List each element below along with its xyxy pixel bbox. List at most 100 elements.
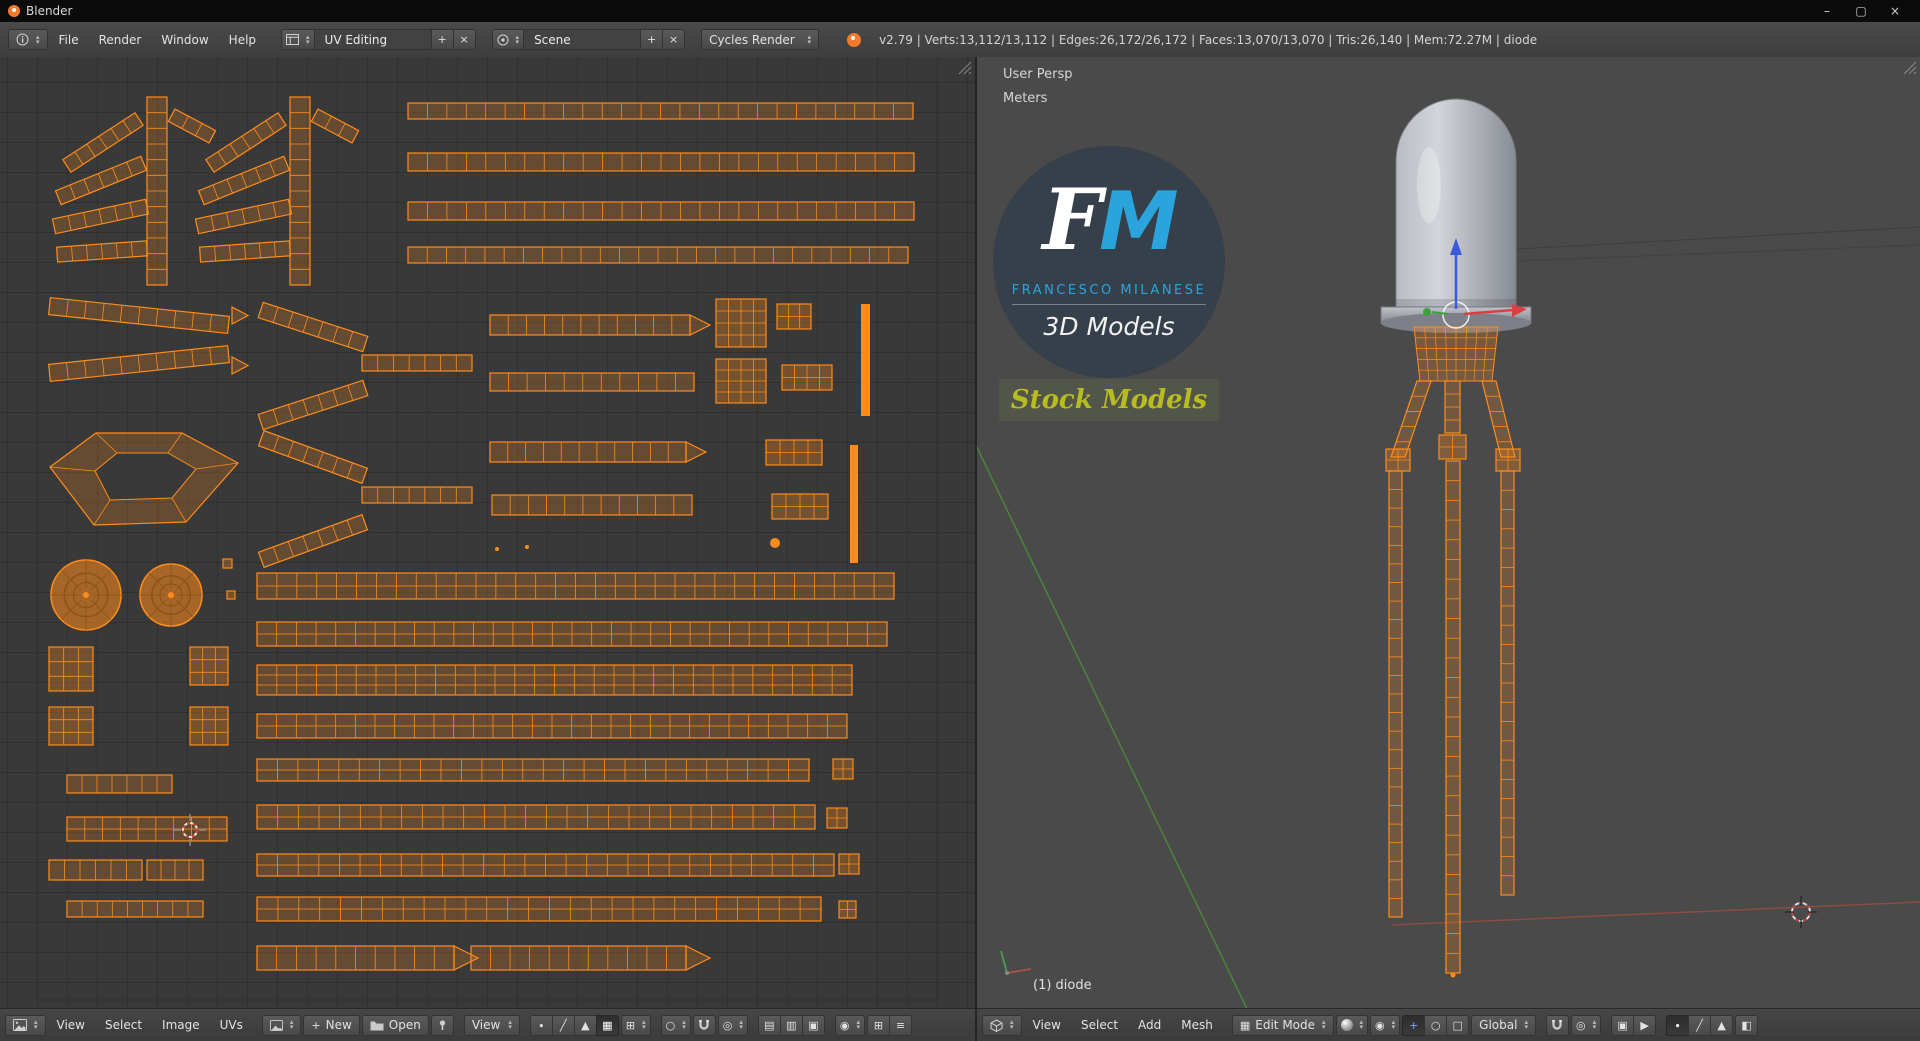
fm-logo-letter-f: F (1042, 169, 1102, 269)
menu-window[interactable]: Window (152, 29, 217, 51)
snap-target-dropdown[interactable]: ◎ ▴ ▾ (717, 1014, 748, 1036)
viewport-3d-canvas[interactable]: User Persp Meters (1) diode FM FRANCESCO… (977, 57, 1920, 1009)
open-button-label: Open (388, 1018, 421, 1032)
edge-select-mode-button[interactable]: ╱ (1688, 1014, 1712, 1036)
maximize-button[interactable]: ▢ (1844, 4, 1878, 18)
vertex-select-mode-button[interactable]: ∙ (1666, 1014, 1690, 1036)
blender-logo-icon (847, 32, 862, 47)
scene-statistics: v2.79 | Verts:13,112/13,112 | Edges:26,1… (879, 32, 1538, 47)
header-collapse-button[interactable]: ≡ (888, 1014, 912, 1036)
occlude-icon: ◧ (1741, 1018, 1752, 1032)
folder-icon (370, 1020, 384, 1031)
rotate-manipulator-button[interactable]: ○ (1424, 1014, 1448, 1036)
rotate-icon: ○ (1430, 1018, 1441, 1032)
uv-draw-type-button[interactable]: ▤ (757, 1014, 781, 1036)
render-engine-dropdown[interactable]: Cycles Render ▴ ▾ (701, 29, 820, 50)
translate-icon: + (1409, 1018, 1419, 1032)
screen-layout-selector: ▴ ▾ UV Editing + × (281, 29, 476, 50)
viewport-editor-type-dropdown[interactable]: ▴ ▾ (982, 1014, 1022, 1036)
uv-menu-select[interactable]: Select (96, 1014, 151, 1036)
viewport-menu-select[interactable]: Select (1072, 1014, 1127, 1036)
stepper-arrows-icon: ▴ ▾ (306, 32, 310, 46)
scale-manipulator-button[interactable]: □ (1446, 1014, 1470, 1036)
uv-pivot-dropdown[interactable]: ◉ ▴ ▾ (834, 1014, 865, 1036)
edit-mode-icon: ▦ (1239, 1018, 1251, 1032)
uv-editor-type-dropdown[interactable]: ▴ ▾ (5, 1014, 46, 1036)
uv-island-select-button[interactable]: ▦ (595, 1014, 619, 1036)
viewport-shading-dropdown[interactable]: ▴ ▾ (1335, 1014, 1369, 1036)
viewport-menu-add[interactable]: Add (1129, 1014, 1170, 1036)
uv-menu-view[interactable]: View (48, 1014, 94, 1036)
interaction-mode-dropdown[interactable]: ▦ Edit Mode ▴ ▾ (1231, 1014, 1334, 1036)
viewport-3d: User Persp Meters (1) diode FM FRANCESCO… (977, 57, 1920, 1041)
region-corner-widget[interactable] (957, 60, 972, 75)
window-titlebar[interactable]: Blender – ▢ × (0, 0, 1920, 22)
uv-menu-image[interactable]: Image (153, 1014, 209, 1036)
snap-toggle-button-3d[interactable] (1545, 1014, 1569, 1036)
snap-element-dropdown[interactable]: ◎ ▴ ▾ (1570, 1014, 1602, 1036)
minimize-button[interactable]: – (1810, 4, 1844, 18)
uv-vertex-select-button[interactable]: ∙ (529, 1014, 553, 1036)
scene-name[interactable]: Scene (523, 29, 642, 50)
uv-face-select-button[interactable]: ▲ (573, 1014, 597, 1036)
stepper-arrows-icon: ▴ ▾ (1359, 1018, 1364, 1031)
uv-mode-dropdown[interactable]: View ▴ ▾ (463, 1014, 520, 1036)
new-button-label: New (325, 1018, 352, 1032)
image-datablock-browse[interactable]: ▴ ▾ (261, 1014, 302, 1036)
add-screen-layout-button[interactable]: + (430, 29, 454, 50)
screen-layout-browse-button[interactable]: ▴ ▾ (281, 29, 315, 50)
menu-help[interactable]: Help (220, 29, 265, 51)
stepper-arrows-icon: ▴ ▾ (289, 1018, 294, 1031)
uv-display-group: ▤ ▥ ▣ (757, 1014, 825, 1036)
transform-orientation-dropdown[interactable]: Global ▴ ▾ (1471, 1014, 1536, 1036)
sticky-selection-icon: ⊞ (625, 1018, 636, 1032)
fm-logo-letter-m: M (1099, 174, 1179, 268)
unit-system-overlay: Meters (1003, 91, 1048, 106)
occlude-geometry-toggle[interactable]: ◧ (1735, 1014, 1759, 1036)
island-icon: ▦ (602, 1018, 613, 1032)
viewport-menu-view[interactable]: View (1024, 1014, 1070, 1036)
proportional-edit-dropdown[interactable]: ○ ▴ ▾ (660, 1014, 691, 1036)
magnet-icon (698, 1019, 710, 1031)
plus-icon: + (437, 33, 447, 46)
add-scene-button[interactable]: + (640, 29, 664, 50)
region-corner-widget[interactable] (1902, 60, 1917, 75)
image-open-button[interactable]: Open (361, 1014, 429, 1036)
viewport-menu-mesh[interactable]: Mesh (1172, 1014, 1222, 1036)
snap-toggle-button[interactable] (692, 1014, 716, 1036)
blender-app-icon (8, 5, 20, 17)
face-select-mode-button[interactable]: ▲ (1710, 1014, 1734, 1036)
uv-tile-grid-button[interactable]: ▥ (779, 1014, 803, 1036)
translate-manipulator-button[interactable]: + (1402, 1014, 1426, 1036)
sticky-selection-dropdown[interactable]: ⊞ ▴ ▾ (620, 1014, 651, 1036)
uv-stretch-display-button[interactable]: ▣ (801, 1014, 825, 1036)
render-slot-button[interactable]: ⊞ (866, 1014, 890, 1036)
menu-file[interactable]: File (50, 29, 88, 51)
uv-image-editor: ▴▾ View Select Image UVs ▴▾ + New Open (0, 57, 975, 1041)
opengl-render-still-button[interactable]: ▣ (1611, 1014, 1635, 1036)
close-icon: × (459, 33, 469, 46)
image-new-button[interactable]: + New (303, 1014, 360, 1036)
fm-logo-tagline: 3D Models (1043, 311, 1175, 341)
uv-menu-uvs[interactable]: UVs (211, 1014, 252, 1036)
delete-screen-layout-button[interactable]: × (452, 29, 476, 50)
screen-layout-name[interactable]: UV Editing (313, 29, 432, 50)
scene-browse-button[interactable]: ▴ ▾ (491, 29, 525, 50)
uv-edge-select-button[interactable]: ╱ (551, 1014, 575, 1036)
fm-logo-badge: FM FRANCESCO MILANESE 3D Models (993, 146, 1225, 378)
pin-image-button[interactable] (430, 1014, 454, 1036)
close-button[interactable]: × (1878, 4, 1912, 18)
uv-canvas[interactable] (0, 57, 975, 1009)
menu-render[interactable]: Render (90, 29, 151, 51)
pivot-point-dropdown[interactable]: ◉ ▴ ▾ (1370, 1014, 1401, 1036)
info-editor-type-dropdown[interactable]: ▴ ▾ (8, 29, 48, 50)
opengl-render-anim-button[interactable]: ▶ (1633, 1014, 1657, 1036)
snap-target-icon: ◎ (1575, 1018, 1586, 1032)
shading-sphere-icon (1340, 1019, 1353, 1031)
stepper-arrows-icon: ▴ ▾ (1592, 1018, 1597, 1031)
pin-icon (437, 1019, 448, 1031)
edge-icon: ╱ (1696, 1018, 1703, 1032)
interaction-mode-value: Edit Mode (1255, 1018, 1316, 1032)
delete-scene-button[interactable]: × (662, 29, 686, 50)
uv-islands-graphic (36, 81, 938, 1001)
